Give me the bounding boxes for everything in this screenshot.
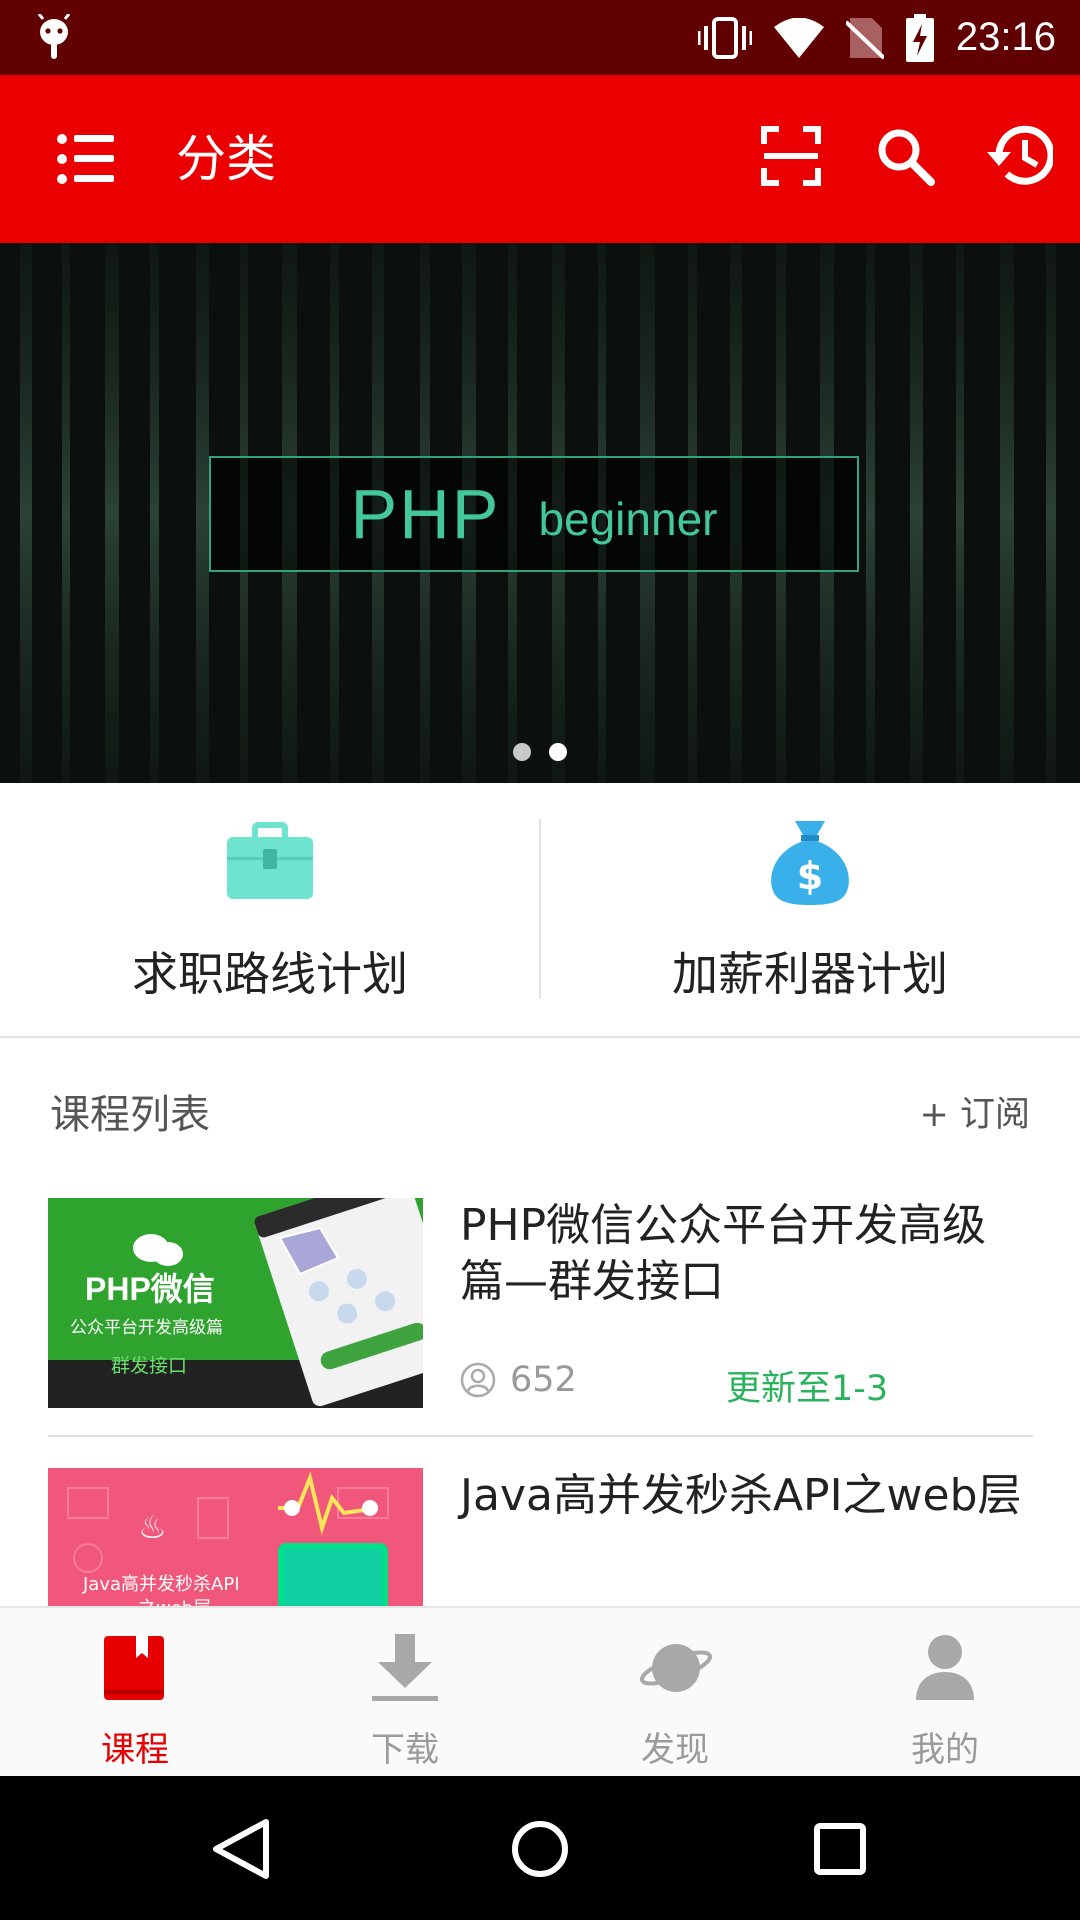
- course-thumbnail: PHP微信 公众平台开发高级篇 群发接口: [48, 1198, 423, 1408]
- page-title: 分类: [176, 130, 276, 188]
- subscribe-button[interactable]: + 订阅: [920, 1086, 1030, 1137]
- plan-salary-boost[interactable]: $ 加薪利器计划: [540, 783, 1080, 1036]
- thumb-subtitle: 之web层: [138, 1598, 211, 1606]
- bottom-navigation: 课程 下载 发现 我的: [0, 1606, 1080, 1776]
- course-item[interactable]: ♨ Java高并发秒杀API 之web层 Java高并发秒杀API之web层: [48, 1468, 1033, 1606]
- course-item[interactable]: PHP微信 公众平台开发高级篇 群发接口 PHP微信公众平台开发高级篇—群发接口…: [48, 1198, 1033, 1438]
- course-list-header: 课程列表 + 订阅: [0, 1040, 1080, 1170]
- tab-discover[interactable]: 发现: [540, 1608, 810, 1776]
- plan-label: 求职路线计划: [132, 947, 408, 1001]
- history-icon: [987, 125, 1053, 185]
- course-title: Java高并发秒杀API之web层: [460, 1470, 1022, 1521]
- tab-label: 下载: [371, 1730, 439, 1770]
- home-icon[interactable]: [505, 1814, 575, 1884]
- course-list-title: 课程列表: [50, 1092, 210, 1138]
- thumb-subtitle: 公众平台开发高级篇: [70, 1318, 223, 1338]
- tab-label: 课程: [101, 1730, 169, 1770]
- student-count: 652: [510, 1360, 577, 1400]
- course-meta: 652 更新至1-3: [460, 1360, 888, 1409]
- scan-button[interactable]: [756, 111, 826, 201]
- recents-icon[interactable]: [805, 1814, 875, 1884]
- tab-downloads[interactable]: 下载: [270, 1608, 540, 1776]
- status-time: 23:16: [955, 15, 1056, 59]
- tab-me[interactable]: 我的: [810, 1608, 1080, 1776]
- battery-charging-icon: [905, 13, 934, 62]
- back-icon[interactable]: [206, 1814, 276, 1884]
- menu-icon[interactable]: [56, 131, 116, 187]
- list-divider: [48, 1435, 1033, 1437]
- scan-icon: [761, 126, 821, 186]
- banner-carousel[interactable]: PHP beginner: [0, 243, 1080, 783]
- briefcase-icon: [227, 822, 313, 899]
- wifi-icon: [773, 17, 824, 58]
- vibrate-icon: [697, 16, 752, 59]
- plan-job-route[interactable]: 求职路线计划: [0, 783, 540, 1036]
- plan-label: 加薪利器计划: [672, 947, 948, 1001]
- money-bag-icon: $: [771, 821, 849, 905]
- banner-headline: PHP: [350, 475, 501, 553]
- carousel-dot-active: [549, 743, 567, 761]
- banner-subline: beginner: [538, 493, 718, 545]
- history-button[interactable]: [984, 111, 1054, 201]
- tab-label: 我的: [911, 1730, 979, 1770]
- android-debug-icon: [37, 14, 71, 59]
- no-sim-icon: [845, 17, 884, 59]
- thumb-tag: 群发接口: [111, 1355, 187, 1377]
- update-status: 更新至1-3: [726, 1369, 889, 1409]
- svg-text:$: $: [797, 854, 823, 898]
- user-icon: [460, 1362, 496, 1398]
- status-bar: 23:16: [0, 0, 1080, 75]
- app-bar: 分类: [0, 75, 1080, 243]
- person-icon: [916, 1635, 974, 1700]
- tab-courses[interactable]: 课程: [0, 1608, 270, 1776]
- thumb-title: Java高并发秒杀API: [82, 1574, 240, 1595]
- course-title: PHP微信公众平台开发高级篇—群发接口: [460, 1200, 987, 1307]
- download-icon: [372, 1634, 438, 1701]
- book-icon: [104, 1636, 164, 1700]
- tab-label: 发现: [641, 1730, 709, 1770]
- course-thumbnail: ♨ Java高并发秒杀API 之web层: [48, 1468, 423, 1606]
- system-navigation-bar: [0, 1776, 1080, 1920]
- svg-text:♨: ♨: [138, 1508, 167, 1546]
- search-icon: [878, 129, 935, 186]
- carousel-dot: [513, 743, 531, 761]
- planet-icon: [639, 1644, 713, 1692]
- banner-headline-box: PHP beginner: [209, 456, 859, 572]
- search-button[interactable]: [870, 111, 940, 201]
- carousel-indicator: [0, 743, 1080, 761]
- thumb-title: PHP微信: [85, 1271, 215, 1307]
- plan-entries: 求职路线计划 $ 加薪利器计划: [0, 783, 1080, 1038]
